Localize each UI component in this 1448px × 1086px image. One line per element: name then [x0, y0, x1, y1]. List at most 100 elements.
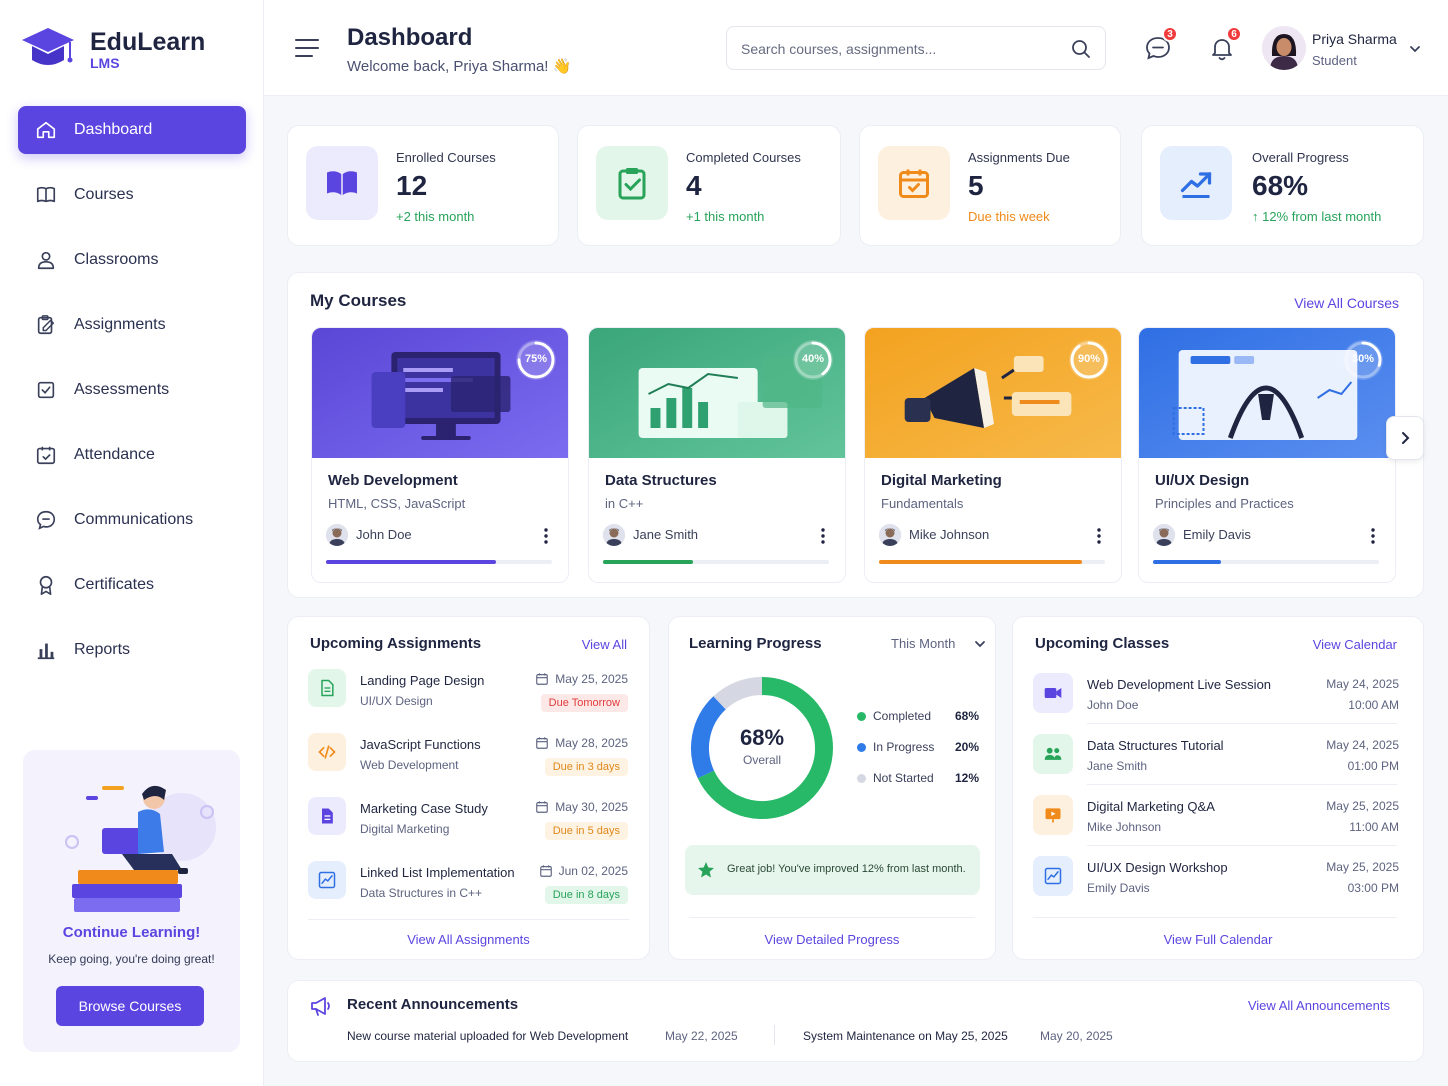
- view-calendar-link[interactable]: View Calendar: [1313, 637, 1397, 652]
- view-full-calendar-link[interactable]: View Full Calendar: [1013, 932, 1423, 947]
- view-all-assignments-top-link[interactable]: View All: [582, 637, 627, 652]
- legend-value: 20%: [954, 740, 979, 754]
- legend-item: Completed 68%: [857, 709, 979, 725]
- view-all-assignments-link[interactable]: View All Assignments: [288, 932, 649, 947]
- course-name: UI/UX Design: [1155, 472, 1250, 489]
- view-all-courses-link[interactable]: View All Courses: [1294, 295, 1399, 311]
- sidebar-item-assignments[interactable]: Assignments: [18, 301, 246, 349]
- browse-courses-button[interactable]: Browse Courses: [56, 986, 204, 1026]
- legend-value: 68%: [954, 709, 979, 723]
- stat-card-enrolled-courses[interactable]: Enrolled Courses 12 +2 this month: [287, 125, 559, 246]
- assignment-item[interactable]: Linked List Implementation Data Structur…: [308, 861, 628, 915]
- instructor-name: Jane Smith: [633, 527, 699, 542]
- class-item[interactable]: Web Development Live Session John Doe Ma…: [1033, 673, 1399, 725]
- instructor-avatar: [603, 524, 625, 546]
- more-options-icon[interactable]: [821, 528, 825, 544]
- instructor-name: Mike Johnson: [909, 527, 990, 542]
- book-icon: [34, 183, 58, 207]
- period-select[interactable]: This Month: [891, 636, 987, 651]
- class-item[interactable]: UI/UX Design Workshop Emily Davis May 25…: [1033, 856, 1399, 908]
- checkbox-icon: [34, 378, 58, 402]
- class-item[interactable]: Digital Marketing Q&A Mike Johnson May 2…: [1033, 795, 1399, 847]
- sidebar-item-assessments[interactable]: Assessments: [18, 366, 246, 414]
- user-profile-menu[interactable]: Priya Sharma Student: [1262, 26, 1432, 74]
- chevron-down-icon: [1410, 46, 1420, 53]
- more-options-icon[interactable]: [544, 528, 548, 544]
- student-laptop-illustration: [65, 785, 216, 912]
- sidebar-item-label: Dashboard: [74, 121, 153, 138]
- stat-note: +2 this month: [396, 209, 475, 224]
- progress-message: Great job! You've improved 12% from last…: [727, 863, 966, 875]
- instructor-name: John Doe: [356, 527, 412, 542]
- learning-progress-card: Learning Progress This Month 68% Overall…: [668, 616, 996, 960]
- stat-value: 5: [968, 170, 984, 201]
- assignment-item[interactable]: Marketing Case Study Digital Marketing M…: [308, 797, 628, 851]
- calendar-icon: [878, 146, 950, 220]
- stat-label: Overall Progress: [1252, 150, 1349, 165]
- course-progress-ring: 30%: [1341, 338, 1385, 382]
- course-progress-bar: [326, 560, 552, 564]
- assignment-date: May 25, 2025: [535, 672, 628, 686]
- sidebar-item-label: Certificates: [74, 576, 155, 593]
- page-title: Dashboard: [347, 24, 473, 51]
- more-options-icon[interactable]: [1097, 528, 1101, 544]
- course-card[interactable]: 75% Web Development HTML, CSS, JavaScrip…: [311, 327, 569, 583]
- progress-message-box: Great job! You've improved 12% from last…: [685, 845, 980, 895]
- class-date: May 24, 2025: [1326, 677, 1399, 691]
- home-icon: [34, 118, 58, 142]
- legend-item: In Progress 20%: [857, 740, 979, 756]
- sidebar-item-communications[interactable]: Communications: [18, 496, 246, 544]
- search-icon[interactable]: [1071, 39, 1091, 59]
- stat-value: 68%: [1252, 170, 1309, 201]
- assignment-course: UI/UX Design: [360, 694, 433, 708]
- calendar-check-icon: [34, 443, 58, 467]
- stat-card-completed-courses[interactable]: Completed Courses 4 +1 this month: [577, 125, 841, 246]
- assignment-item[interactable]: Landing Page Design UI/UX Design May 25,…: [308, 669, 628, 723]
- class-time: 10:00 AM: [1348, 698, 1399, 712]
- class-date: May 24, 2025: [1326, 738, 1399, 752]
- course-progress-label: 90%: [1077, 353, 1101, 365]
- assignment-course: Web Development: [360, 758, 459, 772]
- legend-label: In Progress: [873, 740, 935, 754]
- trend-up-icon: [1160, 146, 1232, 220]
- due-badge: Due in 5 days: [544, 822, 628, 840]
- search-input[interactable]: [741, 37, 1061, 61]
- notifications-button[interactable]: 6: [1208, 26, 1242, 62]
- stat-note: ↑ 12% from last month: [1252, 209, 1382, 224]
- course-card[interactable]: 30% UI/UX Design Principles and Practice…: [1138, 327, 1396, 583]
- chevron-right-icon: [1402, 432, 1410, 444]
- course-card[interactable]: 40% Data Structures in C++ Jane Smith: [588, 327, 846, 583]
- courses-next-button[interactable]: [1386, 416, 1424, 460]
- assignment-title: Landing Page Design: [360, 673, 485, 688]
- sidebar-item-label: Assignments: [74, 316, 166, 333]
- stat-card-overall-progress[interactable]: Overall Progress 68% ↑ 12% from last mon…: [1141, 125, 1424, 246]
- stat-card-assignments-due[interactable]: Assignments Due 5 Due this week: [859, 125, 1121, 246]
- app-logo[interactable]: EduLearn LMS: [20, 24, 205, 76]
- messages-button[interactable]: 3: [1144, 26, 1178, 62]
- sidebar-item-certificates[interactable]: Certificates: [18, 561, 246, 609]
- course-card[interactable]: 90% Digital Marketing Fundamentals Mike …: [864, 327, 1122, 583]
- hamburger-menu-icon[interactable]: [294, 36, 320, 58]
- legend-dot: [857, 712, 866, 721]
- sidebar-item-dashboard[interactable]: Dashboard: [18, 106, 246, 154]
- sidebar-item-attendance[interactable]: Attendance: [18, 431, 246, 479]
- assignment-item[interactable]: JavaScript Functions Web Development May…: [308, 733, 628, 787]
- code-icon: [308, 733, 346, 771]
- view-detailed-progress-link[interactable]: View Detailed Progress: [669, 932, 995, 947]
- announcement-text: System Maintenance on May 25, 2025: [803, 1029, 1008, 1043]
- classes-title: Upcoming Classes: [1035, 635, 1170, 652]
- view-all-announcements-link[interactable]: View All Announcements: [1248, 998, 1390, 1013]
- sidebar-item-reports[interactable]: Reports: [18, 626, 246, 674]
- more-options-icon[interactable]: [1371, 528, 1375, 544]
- course-subtitle: Principles and Practices: [1155, 496, 1294, 511]
- top-bar: Dashboard Welcome back, Priya Sharma! 👋 …: [264, 0, 1448, 96]
- class-item[interactable]: Data Structures Tutorial Jane Smith May …: [1033, 734, 1399, 786]
- donut-center-value: 68%: [739, 725, 785, 750]
- assignment-course: Digital Marketing: [360, 822, 450, 836]
- course-progress-bar: [879, 560, 1105, 564]
- course-name: Digital Marketing: [881, 472, 1002, 489]
- sidebar-item-classrooms[interactable]: Classrooms: [18, 236, 246, 284]
- app-name: EduLearn: [90, 28, 206, 56]
- user-role: Student: [1312, 53, 1357, 68]
- sidebar-item-courses[interactable]: Courses: [18, 171, 246, 219]
